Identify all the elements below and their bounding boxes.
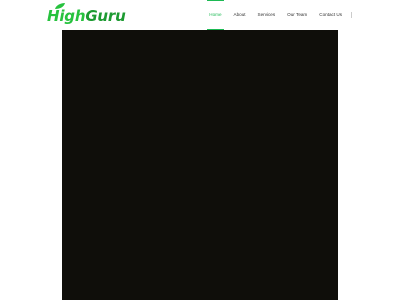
nav-divider	[351, 12, 352, 18]
nav-item-our-team[interactable]: Our Team	[281, 0, 313, 30]
site-logo[interactable]: HighGuru	[47, 7, 126, 25]
hero-section	[62, 30, 338, 300]
logo-text-high: High	[47, 7, 86, 25]
nav-item-home[interactable]: Home	[203, 0, 227, 30]
logo-text-guru: Guru	[85, 7, 126, 25]
nav-item-services[interactable]: Services	[252, 0, 282, 30]
nav-item-contact-us[interactable]: Contact Us	[313, 0, 348, 30]
nav-item-about[interactable]: About	[228, 0, 252, 30]
main-nav: Home About Services Our Team Contact Us	[203, 0, 348, 30]
